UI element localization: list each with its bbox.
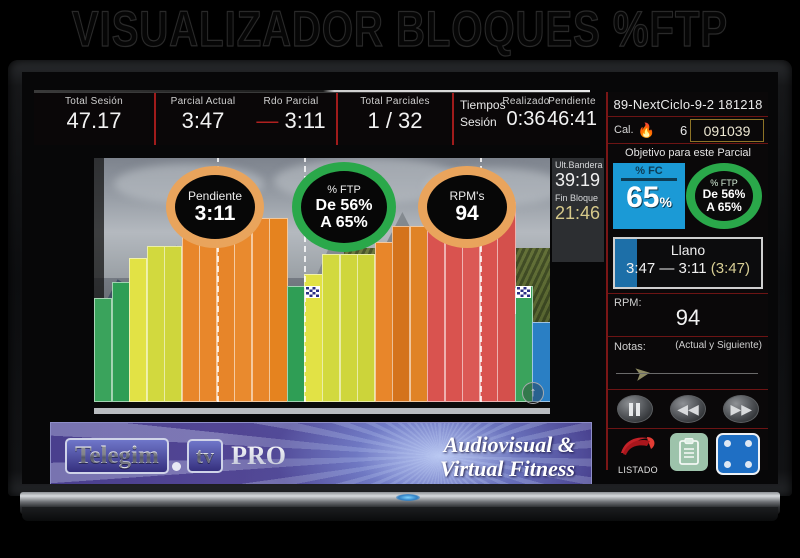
app-root: VISUALIZADOR BLOQUES %FTP Total Sesión 4…	[0, 0, 800, 558]
fc-value: 65%	[626, 181, 672, 214]
telegim-tv-box: tv	[186, 439, 224, 473]
chart-bar[interactable]	[181, 218, 200, 402]
dice-button[interactable]	[716, 433, 760, 475]
block-range: 3:47 — 3:11 (3:47)	[626, 260, 750, 277]
fin-bloque-value: 21:46	[555, 203, 601, 223]
right-panel: 89-NextCiclo-9-2 181218 Cal. 🔥 6 091039 …	[606, 92, 768, 475]
telegim-wordmark-box: Telegim	[65, 438, 169, 474]
notes-divider	[616, 373, 758, 374]
dice-pip-icon	[745, 440, 752, 447]
gauge-pendiente: Pendiente 3:11	[166, 166, 264, 248]
stat-parcial-actual: Parcial Actual 3:47	[170, 96, 236, 133]
stat-total-parciales: Total Parciales 1 / 32	[360, 96, 430, 133]
cal-total-value: 091039	[703, 122, 751, 139]
tv-screen: Total Sesión 47.17 Parcial Actual 3:47 R…	[22, 72, 778, 484]
ult-bandera-label: Ult.Bandera	[555, 160, 603, 170]
chart-bar[interactable]	[339, 254, 358, 402]
fc-objective-box: % FC 65%	[613, 163, 685, 229]
clipboard-icon	[679, 438, 699, 465]
current-block-panel: Llano 3:47 — 3:11 (3:47)	[613, 237, 763, 289]
notes-hint: (Actual y Siguiente)	[675, 340, 762, 351]
clipboard-button[interactable]	[670, 433, 708, 471]
tv-base	[22, 507, 778, 521]
tv-frame: Total Sesión 47.17 Parcial Actual 3:47 R…	[8, 60, 792, 522]
gauge-pendiente-core: Pendiente 3:11	[175, 175, 255, 239]
calories-row: Cal. 🔥 6 091039	[608, 117, 768, 144]
pause-icon	[629, 402, 641, 416]
stat-realizado: Realizado 0:36	[502, 96, 550, 130]
stat-parcial-group: Parcial Actual 3:47 Rdo Parcial — 3:11	[154, 93, 338, 145]
rewind-icon: ◀◀	[677, 400, 699, 417]
page-title: VISUALIZADOR BLOQUES %FTP	[71, 2, 729, 58]
dice-pip-icon	[724, 461, 731, 468]
chart-bar[interactable]	[286, 286, 306, 402]
chart-bar[interactable]	[322, 254, 341, 402]
telegim-banner: Telegim tv PRO Audiovisual & Virtual Fit…	[50, 422, 592, 484]
chart-bar[interactable]	[269, 218, 288, 402]
gauge-ftp-core: % FTP De 56% A 65%	[301, 171, 387, 243]
listado-label: LISTADO	[618, 465, 658, 475]
telegim-wordmark: Telegim	[75, 442, 159, 469]
stat-pendiente: Pendiente 46:41	[546, 96, 598, 130]
rpm-row: RPM: 94	[608, 293, 768, 337]
cal-label: Cal.	[614, 124, 634, 136]
chart-bar[interactable]	[111, 282, 130, 402]
media-controls: ◀◀ ▶▶	[608, 389, 768, 429]
telegim-dot-icon	[171, 462, 181, 471]
chart-bottom-rail	[94, 408, 550, 414]
ftp-objective-ring: % FTP De 56% A 65%	[686, 163, 762, 229]
flame-icon: 🔥	[637, 122, 655, 138]
power-led-icon	[396, 494, 420, 501]
checkered-flag-icon	[305, 286, 321, 298]
telegim-tv-text: tv	[195, 443, 215, 468]
cal-count: 6	[680, 122, 688, 138]
objective-title: Objetivo para este Parcial	[625, 147, 751, 159]
session-name-header: 89-NextCiclo-9-2 181218	[608, 92, 768, 117]
telegim-logo: Telegim tv PRO	[65, 437, 286, 475]
ftp-line2: A 65%	[706, 200, 742, 214]
stat-total-sesion: Total Sesión 47.17	[64, 96, 124, 133]
forward-button[interactable]: ▶▶	[723, 395, 760, 423]
forward-icon: ▶▶	[730, 400, 753, 417]
stat-rdo-parcial: Rdo Parcial — 3:11	[256, 96, 326, 133]
listado-icon	[621, 437, 655, 455]
chart-bar[interactable]	[357, 254, 376, 402]
dice-pip-icon	[745, 461, 752, 468]
checkered-flag-icon	[515, 286, 531, 298]
fc-label: % FC	[635, 165, 663, 177]
chart-bar[interactable]	[129, 258, 148, 402]
stat-tiempos-group: Tiempos Sesión Realizado 0:36 Pendiente …	[452, 93, 597, 145]
gauge-rpm: RPM's 94	[418, 166, 516, 248]
objective-row: % FC 65% % FTP De 56% A 65%	[608, 161, 768, 233]
chart-bar[interactable]	[251, 218, 270, 402]
stat-bar: Total Sesión 47.17 Parcial Actual 3:47 R…	[34, 92, 597, 145]
chart-bar[interactable]	[146, 246, 165, 402]
listado-button[interactable]: LISTADO	[614, 433, 662, 475]
block-name: Llano	[670, 242, 706, 258]
chart-bar[interactable]	[234, 218, 253, 402]
action-icons-row: LISTADO	[608, 429, 768, 484]
ult-bandera-value: 39:19	[555, 170, 601, 190]
cal-total-box[interactable]: 091039	[690, 119, 764, 142]
telegim-pro-text: PRO	[231, 441, 287, 470]
stat-tiempos-label: Tiempos Sesión	[460, 98, 506, 129]
pause-button[interactable]	[616, 395, 653, 423]
gauge-rpm-core: RPM's 94	[427, 175, 507, 239]
chart-bar[interactable]	[164, 246, 183, 402]
chart-bar[interactable]	[94, 298, 113, 402]
notes-row: Notas: (Actual y Siguiente) ➤	[608, 337, 768, 389]
notes-label: Notas:	[614, 341, 646, 353]
stat-dash: —	[256, 108, 279, 133]
rewind-button[interactable]: ◀◀	[669, 395, 706, 423]
gauge-ftp: % FTP De 56% A 65%	[292, 162, 396, 252]
side-info-panel: Ult.Bandera 39:19 Fin Bloque 21:46	[552, 158, 604, 262]
chart-bar[interactable]	[392, 226, 411, 402]
chart-zoom-button[interactable]: ↑	[522, 382, 544, 404]
banner-tagline: Audiovisual & Virtual Fitness	[439, 432, 575, 481]
dice-pip-icon	[724, 440, 731, 447]
fin-bloque-label: Fin Bloque	[555, 193, 599, 203]
ftp-objective-core: % FTP De 56% A 65%	[695, 171, 753, 221]
chart-bar[interactable]	[409, 226, 428, 402]
chart-bar[interactable]	[374, 242, 393, 402]
